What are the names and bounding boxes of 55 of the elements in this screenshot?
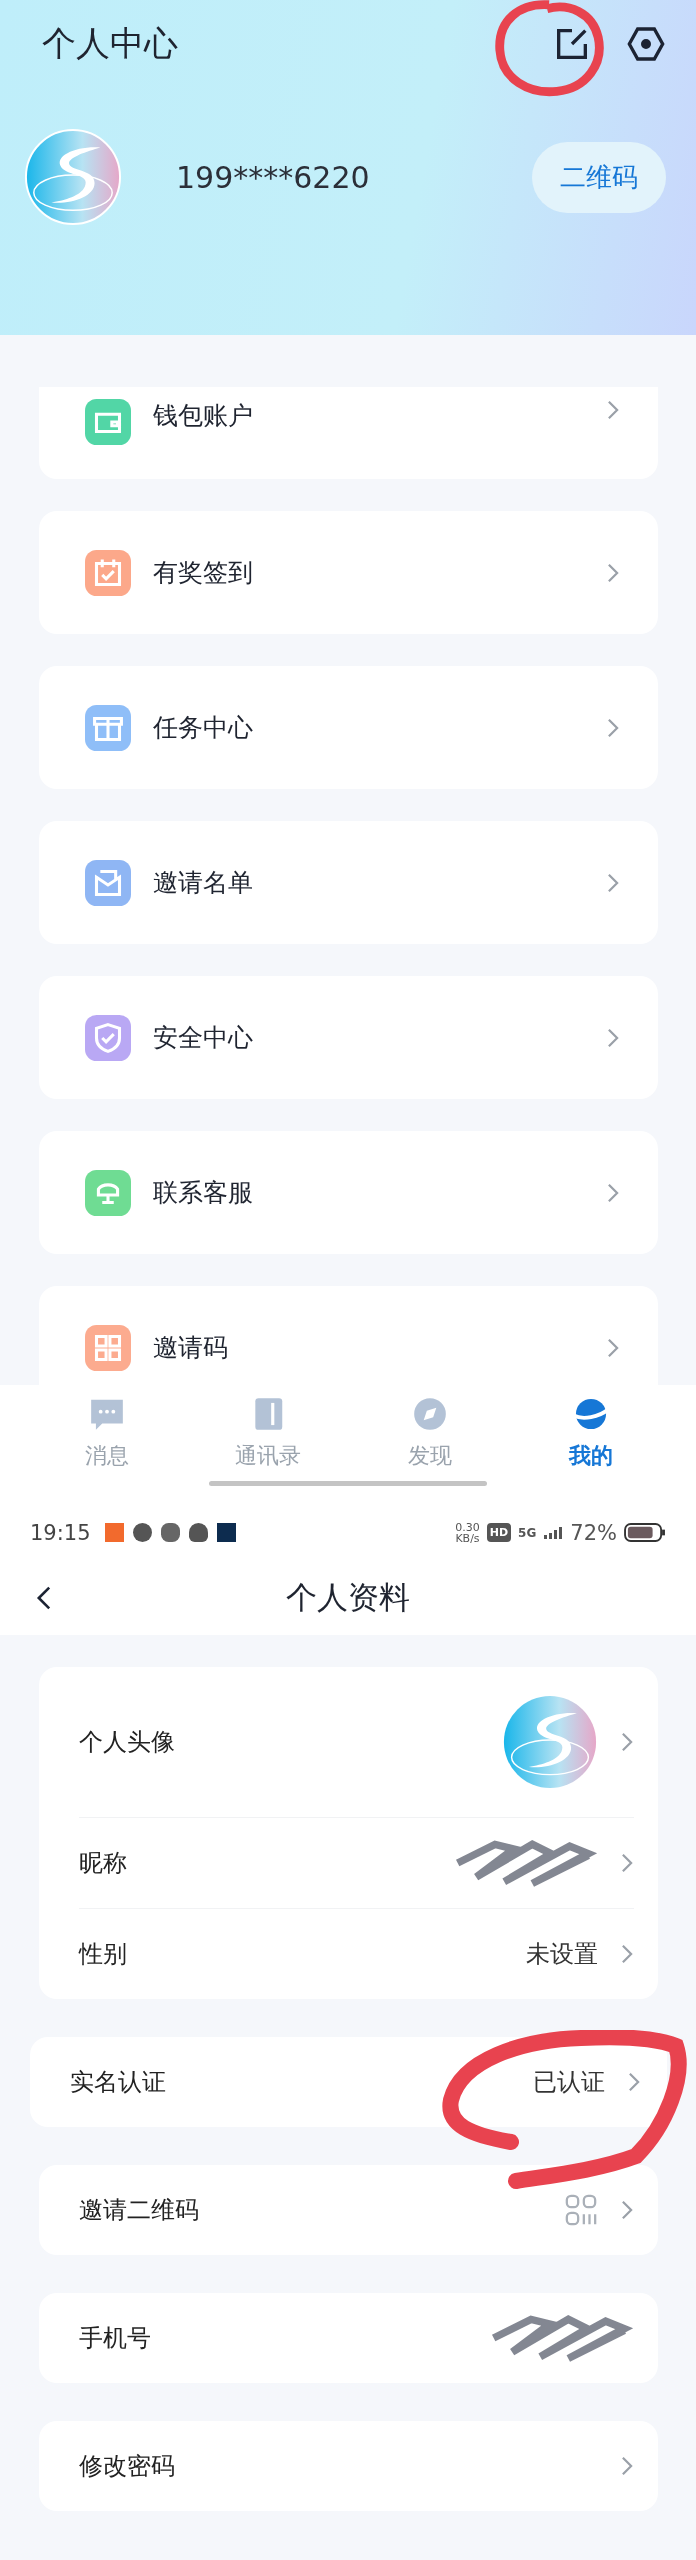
menu-item[interactable]: 安全中心 xyxy=(39,976,658,1099)
user-phone: 199****6220 xyxy=(176,159,371,195)
row-label: 手机号 xyxy=(79,2323,152,2354)
battery-percent: 72% xyxy=(570,1520,617,1545)
row-value: 未设置 xyxy=(526,1939,598,1970)
chevron-icon xyxy=(606,399,620,421)
chevron-icon xyxy=(620,1943,634,1965)
page-title: 个人资料 xyxy=(286,1577,410,1617)
settings-row[interactable]: 个人头像 xyxy=(79,1667,634,1817)
back-icon[interactable] xyxy=(36,1584,52,1611)
nav-tab[interactable]: 我的 xyxy=(546,1395,636,1471)
settings-row[interactable]: 昵称 xyxy=(79,1817,634,1908)
chevron-icon xyxy=(606,716,620,739)
settings-row[interactable]: 实名认证 已认证 xyxy=(70,2037,641,2127)
status-time: 19:15 xyxy=(30,1520,91,1545)
settings-row[interactable]: 邀请二维码 xyxy=(79,2165,634,2255)
row-label: 修改密码 xyxy=(79,2451,176,2482)
chevron-icon xyxy=(620,2199,634,2221)
row-label: 邀请二维码 xyxy=(79,2195,200,2226)
avatar-icon xyxy=(502,1694,598,1790)
network-type: 5G xyxy=(518,1525,537,1540)
menu-item[interactable]: 邀请名单 xyxy=(39,821,658,944)
chevron-icon xyxy=(606,1026,620,1049)
menu-item[interactable]: 钱包账户 xyxy=(39,387,658,479)
menu-item[interactable]: 邀请码 xyxy=(39,1286,658,1385)
net-speed: 0.30 xyxy=(455,1521,480,1533)
app-notification-icon xyxy=(104,1523,124,1542)
speed-unit: KB/s xyxy=(455,1532,480,1544)
row-label: 个人头像 xyxy=(79,1727,176,1758)
row-value: 已认证 xyxy=(533,2067,605,2098)
chevron-icon xyxy=(606,871,620,894)
menu-item[interactable]: 任务中心 xyxy=(39,666,658,789)
chevron-icon xyxy=(606,1181,620,1204)
settings-icon[interactable] xyxy=(626,24,666,64)
qr-code-icon xyxy=(564,2193,598,2227)
menu-item[interactable]: 联系客服 xyxy=(39,1131,658,1254)
chevron-icon xyxy=(620,1731,634,1753)
chevron-icon xyxy=(606,561,620,584)
chevron-icon xyxy=(606,1336,620,1359)
menu-item[interactable]: 有奖签到 xyxy=(39,511,658,634)
row-label: 性别 xyxy=(79,1939,128,1970)
chevron-icon xyxy=(620,2455,634,2477)
qr-code-button[interactable]: 二维码 xyxy=(532,141,666,213)
battery-icon xyxy=(624,1523,666,1542)
hd-badge: HD xyxy=(486,1523,512,1542)
settings-row[interactable]: 手机号 xyxy=(79,2293,634,2383)
app-notification-icon xyxy=(216,1523,236,1542)
chevron-icon xyxy=(620,1852,634,1874)
row-label: 实名认证 xyxy=(70,2067,167,2098)
chevron-icon xyxy=(627,2071,641,2093)
settings-row[interactable]: 修改密码 xyxy=(79,2421,634,2511)
page-title: 个人中心 xyxy=(42,22,178,65)
row-label: 昵称 xyxy=(79,1848,128,1879)
settings-row[interactable]: 性别 未设置 xyxy=(79,1908,634,1999)
signal-icon xyxy=(543,1526,564,1539)
